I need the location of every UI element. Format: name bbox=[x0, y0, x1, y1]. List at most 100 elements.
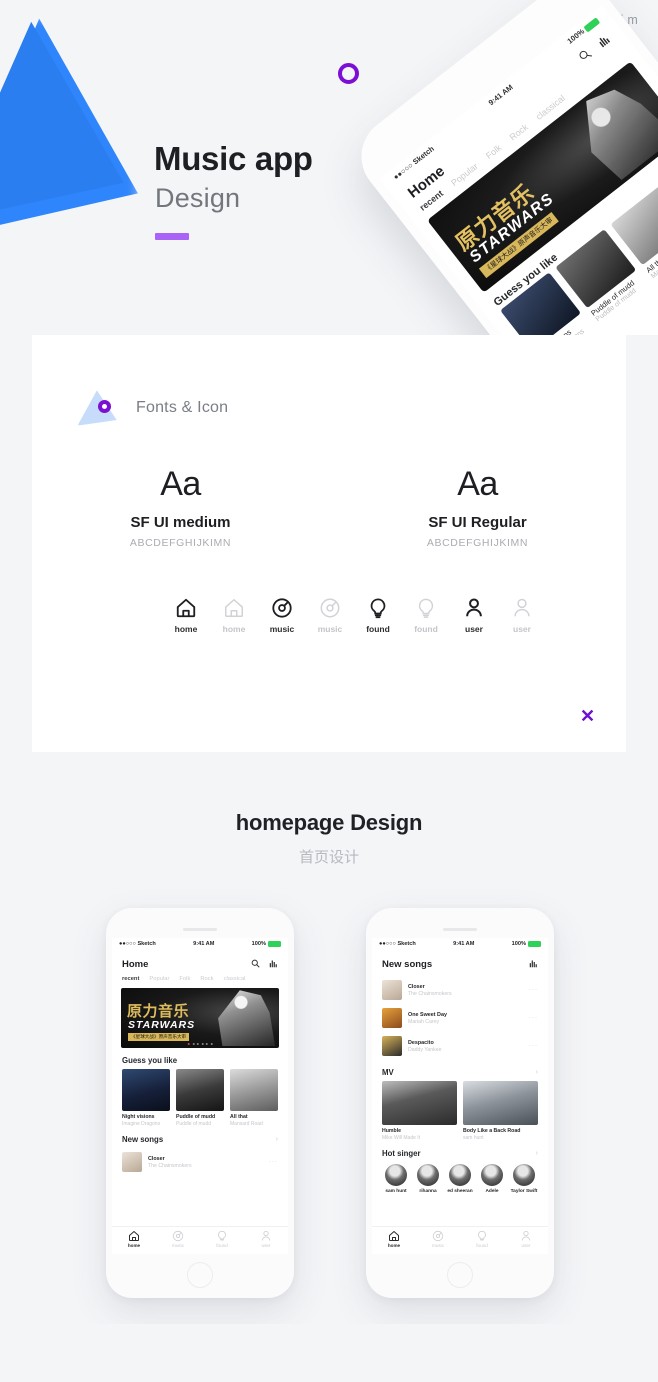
tab-popular[interactable]: Popular bbox=[149, 976, 169, 982]
icon-label: user bbox=[465, 624, 483, 634]
song-row[interactable]: Closer The Chainsmokers ··· bbox=[112, 1148, 288, 1176]
tabbar-item-found[interactable]: found bbox=[200, 1227, 244, 1254]
user-icon bbox=[521, 1230, 531, 1241]
equalizer-icon[interactable] bbox=[595, 31, 616, 53]
hot-singer-list: sam hunt rihanna ed sheeran Adele Taylor… bbox=[372, 1162, 548, 1194]
more-options-icon[interactable]: ··· bbox=[269, 1159, 278, 1165]
tab-classical[interactable]: classical bbox=[224, 976, 246, 982]
song-artist: Mariah Carey bbox=[408, 1018, 440, 1025]
promo-banner[interactable]: 原力音乐 STARWARS 《星球大战》原声音乐大审 bbox=[121, 988, 279, 1049]
album-card[interactable]: Night visions Imagine Dragons bbox=[122, 1069, 179, 1128]
chevron-right-icon[interactable]: › bbox=[536, 1069, 538, 1076]
song-title: Closer bbox=[148, 1155, 165, 1162]
singer-item[interactable]: rihanna bbox=[413, 1164, 443, 1194]
song-row[interactable]: Despacito Daddy Yankee ··· bbox=[372, 1032, 548, 1060]
search-icon[interactable] bbox=[576, 46, 597, 68]
song-row[interactable]: Closer The Chainsmokers ··· bbox=[372, 976, 548, 1004]
phone-left-screen: ●●○○○ Sketch 9:41 AM 100% Home recent Po… bbox=[112, 938, 288, 1254]
mv-card[interactable]: Humble Mike Will Made It bbox=[382, 1081, 457, 1141]
header-title: Home bbox=[122, 958, 149, 970]
tabbar-item-user[interactable]: user bbox=[504, 1227, 548, 1254]
font-sample: Aa bbox=[457, 465, 498, 503]
more-options-icon[interactable]: ··· bbox=[529, 987, 538, 993]
song-row[interactable]: One Sweet Day Mariah Carey ··· bbox=[372, 1004, 548, 1032]
tabbar-label: music bbox=[432, 1243, 444, 1248]
more-options-icon[interactable]: ··· bbox=[529, 1043, 538, 1049]
song-artist: Daddy Yankee bbox=[408, 1046, 442, 1053]
home-button[interactable] bbox=[187, 1262, 213, 1288]
singer-item[interactable]: sam hunt bbox=[381, 1164, 411, 1194]
singer-item[interactable]: Taylor Swift bbox=[509, 1164, 539, 1194]
status-time: 9:41 AM bbox=[453, 941, 475, 948]
mv-card[interactable]: Body Like a Back Road sam hunt bbox=[463, 1081, 538, 1141]
song-artist: The Chainsmokers bbox=[408, 990, 452, 997]
font-name: SF UI Regular bbox=[428, 514, 527, 531]
tabbar-label: user bbox=[521, 1243, 531, 1248]
tabbar-label: user bbox=[261, 1243, 271, 1248]
music-disc-icon bbox=[272, 598, 292, 618]
chevron-right-icon[interactable]: › bbox=[536, 1150, 538, 1157]
icon-label: found bbox=[366, 624, 390, 634]
song-title: Despacito bbox=[408, 1039, 434, 1046]
icon-home-active[interactable]: home bbox=[162, 597, 210, 634]
new-songs-title: New songs bbox=[122, 1135, 164, 1145]
icon-label: home bbox=[222, 624, 246, 634]
tabbar-item-found[interactable]: found bbox=[460, 1227, 504, 1254]
song-thumbnail bbox=[382, 1008, 402, 1029]
album-artist: Imagine Dragons bbox=[122, 1121, 161, 1128]
tab-folk[interactable]: Folk bbox=[179, 976, 190, 982]
album-card[interactable]: Puddle of mudd Puddle of mudd bbox=[176, 1069, 233, 1127]
icon-home-inactive[interactable]: home bbox=[210, 597, 258, 634]
chevron-right-icon[interactable]: › bbox=[276, 1136, 278, 1143]
tabbar-item-home[interactable]: home bbox=[112, 1227, 156, 1254]
singer-item[interactable]: ed sheeran bbox=[445, 1164, 475, 1194]
home-button[interactable] bbox=[447, 1262, 473, 1288]
triangle-ring-icon bbox=[74, 388, 118, 428]
tabbar-item-home[interactable]: home bbox=[372, 1227, 416, 1254]
category-tabs[interactable]: recent Popular Folk Rock classical bbox=[112, 976, 288, 988]
home-icon bbox=[389, 1231, 399, 1241]
album-card[interactable]: All that Mansard Road bbox=[230, 1069, 287, 1127]
icon-user-active[interactable]: user bbox=[450, 597, 498, 634]
banner-en-title: STARWARS bbox=[128, 1019, 196, 1032]
phone-speaker bbox=[443, 928, 477, 931]
home-icon bbox=[129, 1231, 139, 1241]
more-options-icon[interactable]: ··· bbox=[529, 1015, 538, 1021]
home-icon bbox=[225, 599, 243, 617]
tabbar-label: found bbox=[216, 1243, 228, 1248]
avatar bbox=[481, 1164, 503, 1187]
search-icon[interactable] bbox=[251, 955, 260, 973]
phone-right-screen: ●●○○○ Sketch 9:41 AM 100% New songs Clos… bbox=[372, 938, 548, 1254]
tabbar-item-music[interactable]: music bbox=[156, 1227, 200, 1254]
icon-found-active[interactable]: found bbox=[354, 597, 402, 634]
mv-artist: Mike Will Made It bbox=[382, 1135, 421, 1142]
equalizer-icon[interactable] bbox=[269, 955, 278, 973]
singer-item[interactable]: Adele bbox=[477, 1164, 507, 1194]
user-icon bbox=[261, 1230, 271, 1241]
icon-music-inactive[interactable]: music bbox=[306, 597, 354, 634]
hero-section: Design by lei m Music app Design ●●○○○ S… bbox=[0, 0, 658, 335]
font-specimens: Aa SF UI medium ABCDEFGHIJKIMN Aa SF UI … bbox=[32, 465, 626, 549]
banner-sub-title: 《星球大战》原声音乐大审 bbox=[128, 1033, 190, 1042]
tab-recent[interactable]: recent bbox=[122, 976, 139, 982]
tabbar-item-music[interactable]: music bbox=[416, 1227, 460, 1254]
icon-specimens: home home music music found found user u… bbox=[162, 597, 546, 634]
icon-user-inactive[interactable]: user bbox=[498, 597, 546, 634]
mv-section-title: MV bbox=[382, 1068, 394, 1078]
icon-music-active[interactable]: music bbox=[258, 597, 306, 634]
equalizer-icon[interactable] bbox=[529, 955, 538, 973]
mv-title: Body Like a Back Road bbox=[463, 1128, 521, 1135]
avatar bbox=[417, 1164, 439, 1187]
icon-label: music bbox=[317, 624, 343, 634]
singer-name: Taylor Swift bbox=[510, 1189, 538, 1195]
close-icon[interactable]: ✕ bbox=[580, 707, 595, 725]
tabbar-item-user[interactable]: user bbox=[244, 1227, 288, 1254]
icon-found-inactive[interactable]: found bbox=[402, 597, 450, 634]
tab-rock[interactable]: Rock bbox=[200, 976, 213, 982]
tilted-phone-mockup: ●●○○○ Sketch 9:41 AM 100% Home recent Po… bbox=[345, 0, 658, 335]
guess-you-like-title: Guess you like bbox=[122, 1056, 178, 1066]
font-alphabet: ABCDEFGHIJKIMN bbox=[129, 537, 232, 549]
banner-dots[interactable] bbox=[187, 1043, 213, 1046]
font-specimen-medium: Aa SF UI medium ABCDEFGHIJKIMN bbox=[32, 465, 329, 549]
status-bar: ●●○○○ Sketch 9:41 AM 100% bbox=[112, 938, 288, 948]
